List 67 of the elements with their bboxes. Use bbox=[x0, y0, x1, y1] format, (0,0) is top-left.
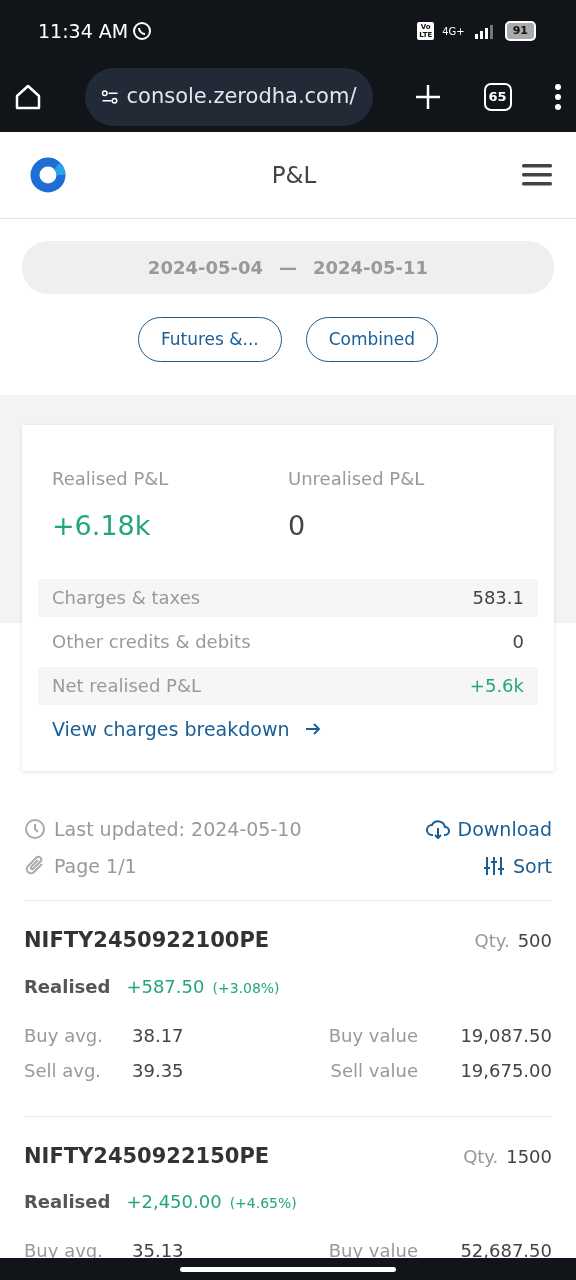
realised-percent: (+4.65%) bbox=[229, 1194, 297, 1213]
chat-icon bbox=[132, 21, 153, 41]
network-label: 4G+ bbox=[442, 24, 465, 39]
detail-value: 19,675.00 bbox=[459, 1058, 552, 1083]
paperclip-icon bbox=[24, 854, 46, 877]
detail-value: 38.17 bbox=[132, 1023, 185, 1048]
last-updated-text: Last updated: 2024-05-10 bbox=[54, 817, 302, 842]
tab-count-button[interactable]: 65 bbox=[483, 83, 512, 111]
detail-label: Sell avg. bbox=[24, 1058, 103, 1083]
address-bar[interactable]: console.zerodha.com/ bbox=[84, 68, 373, 126]
summary-value: 0 bbox=[512, 630, 524, 654]
charges-link[interactable]: View charges breakdown bbox=[38, 714, 336, 743]
detail-value: 19,087.50 bbox=[459, 1023, 552, 1048]
date-separator: — bbox=[279, 256, 297, 280]
url-text: console.zerodha.com/ bbox=[126, 83, 357, 111]
realised-label: Realised bbox=[24, 1190, 111, 1214]
more-button[interactable] bbox=[554, 84, 562, 110]
detail-value: 35.13 bbox=[132, 1239, 185, 1263]
realised-label: Realised bbox=[24, 974, 111, 999]
summary-value: +5.6k bbox=[469, 674, 524, 698]
gesture-handle[interactable] bbox=[180, 1266, 396, 1272]
summary-label: Net realised P&L bbox=[52, 674, 201, 698]
menu-icon bbox=[522, 163, 552, 187]
qty-label: Qty. bbox=[474, 929, 510, 954]
qty-value: 500 bbox=[517, 929, 552, 954]
download-link[interactable]: Download bbox=[425, 815, 552, 844]
realised-percent: (+3.08%) bbox=[212, 978, 280, 998]
home-icon bbox=[14, 83, 42, 111]
new-tab-button[interactable] bbox=[415, 84, 441, 110]
qty-value: 1500 bbox=[506, 1144, 552, 1169]
arrow-right-icon bbox=[305, 721, 322, 736]
date-to: 2024-05-11 bbox=[313, 256, 429, 280]
qty-label: Qty. bbox=[463, 1144, 499, 1169]
link-text: View charges breakdown bbox=[52, 716, 290, 742]
menu-icon bbox=[554, 84, 562, 110]
detail-label: Buy value bbox=[327, 1023, 418, 1048]
stat-value: 0 bbox=[288, 509, 307, 543]
page-title: P&L bbox=[271, 160, 317, 190]
logo-icon bbox=[30, 157, 66, 193]
menu-button[interactable] bbox=[522, 163, 552, 187]
page-indicator: Page 1/1 bbox=[54, 853, 137, 879]
sliders-icon bbox=[483, 855, 506, 876]
stat-value: +6.18k bbox=[52, 509, 152, 543]
detail-value: 52,687.50 bbox=[459, 1239, 552, 1263]
clock-icon bbox=[24, 818, 46, 841]
cloud-download-icon bbox=[425, 819, 450, 840]
summary-label: Charges & taxes bbox=[52, 586, 201, 610]
summary-value: 583.1 bbox=[472, 586, 524, 610]
instrument-symbol: NIFTY2450922100PE bbox=[24, 927, 270, 954]
site-settings-icon bbox=[100, 87, 119, 107]
realised-value: +2,450.00 bbox=[126, 1190, 222, 1214]
instrument-symbol: NIFTY2450922150PE bbox=[24, 1142, 270, 1170]
detail-value: 39.35 bbox=[132, 1058, 185, 1083]
detail-label: Buy avg. bbox=[24, 1023, 104, 1048]
realised-value: +587.50 bbox=[126, 974, 205, 999]
status-time: 11:34 AM bbox=[38, 18, 129, 44]
filter-button[interactable]: Combined bbox=[305, 317, 439, 362]
home-button[interactable] bbox=[14, 83, 42, 111]
sort-link[interactable]: Sort bbox=[483, 851, 552, 880]
stat-label: Realised P&L bbox=[52, 467, 170, 491]
date-from: 2024-05-04 bbox=[147, 256, 263, 280]
filter-button[interactable]: Futures &... bbox=[137, 317, 282, 362]
stat-label: Unrealised P&L bbox=[288, 467, 426, 491]
detail-label: Sell value bbox=[329, 1058, 418, 1083]
summary-label: Other credits & debits bbox=[52, 630, 251, 654]
plus-icon bbox=[415, 84, 441, 110]
battery-level: 91 bbox=[504, 20, 536, 42]
